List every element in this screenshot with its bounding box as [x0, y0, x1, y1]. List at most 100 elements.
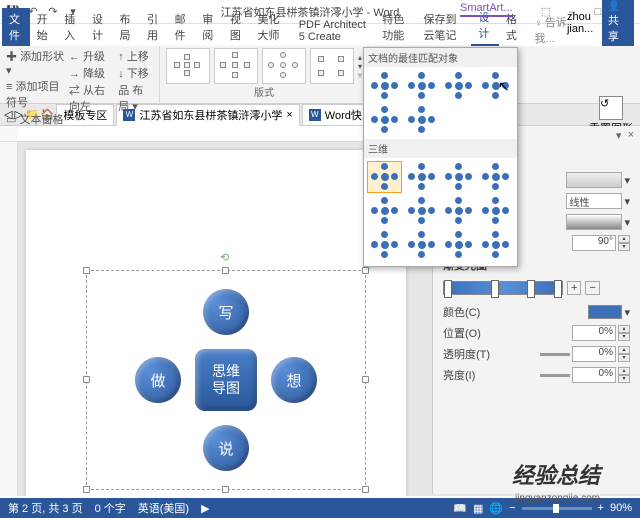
resize-handle[interactable]	[362, 376, 369, 383]
preset-gradient-select[interactable]	[566, 172, 622, 188]
tab-close-icon[interactable]: ×	[286, 109, 292, 121]
tab-review[interactable]: 审阅	[195, 8, 223, 46]
style-item[interactable]	[479, 195, 514, 227]
layout-thumb-1[interactable]	[166, 48, 210, 84]
tab-references[interactable]: 引用	[140, 8, 168, 46]
layout-thumb-3[interactable]	[262, 48, 306, 84]
demote-button[interactable]: → 降级	[69, 65, 114, 81]
spin-down-icon[interactable]: ▾	[618, 354, 630, 362]
zoom-slider[interactable]	[522, 507, 592, 510]
style-item[interactable]	[404, 161, 439, 193]
view-read-icon[interactable]: 📖	[453, 502, 467, 515]
add-stop-icon[interactable]: +	[567, 281, 581, 295]
tab-pdf[interactable]: PDF Architect 5 Create	[292, 16, 376, 46]
style-item-selected[interactable]	[367, 161, 402, 193]
resize-handle[interactable]	[222, 486, 229, 493]
move-up-button[interactable]: ↑ 上移	[118, 48, 153, 64]
transparency-input[interactable]: 0%	[572, 346, 616, 362]
spin-up-icon[interactable]: ▴	[618, 235, 630, 243]
tab-home[interactable]: 开始	[30, 8, 58, 46]
zoom-thumb[interactable]	[553, 504, 559, 513]
style-item[interactable]	[479, 161, 514, 193]
node-bottom[interactable]: 说	[203, 425, 249, 471]
style-item[interactable]	[404, 70, 439, 102]
transparency-slider[interactable]	[540, 353, 570, 356]
move-down-button[interactable]: ↓ 下移	[118, 65, 153, 81]
promote-button[interactable]: ← 升级	[69, 48, 114, 64]
smartart-selection[interactable]: ⟲ 思维 导图 写 想 说 做	[86, 270, 366, 490]
style-item[interactable]	[479, 229, 514, 261]
add-shape-button[interactable]: ✚ 添加形状 ▾	[6, 48, 65, 77]
word-count[interactable]: 0 个字	[95, 500, 126, 516]
style-item[interactable]	[442, 229, 477, 261]
spin-down-icon[interactable]: ▾	[618, 375, 630, 383]
spin-up-icon[interactable]: ▴	[618, 346, 630, 354]
dropdown-icon[interactable]: ▾	[624, 216, 630, 229]
remove-stop-icon[interactable]: −	[585, 281, 599, 295]
zoom-value[interactable]: 90%	[610, 502, 632, 514]
layouts-expand-icon[interactable]: ▿	[358, 71, 362, 80]
direction-select[interactable]	[566, 214, 622, 230]
style-item[interactable]	[442, 195, 477, 227]
node-center[interactable]: 思维 导图	[195, 349, 257, 411]
layouts-more-icon[interactable]: ▴	[358, 53, 362, 62]
gradient-stop[interactable]	[491, 280, 499, 298]
layout-thumb-4[interactable]	[310, 48, 354, 84]
gradient-stop[interactable]	[444, 280, 452, 298]
spin-down-icon[interactable]: ▾	[618, 333, 630, 341]
zoom-out-icon[interactable]: −	[509, 502, 515, 514]
pane-close-icon[interactable]: ×	[628, 129, 634, 141]
resize-handle[interactable]	[83, 267, 90, 274]
spin-down-icon[interactable]: ▾	[618, 243, 630, 251]
tab-layout[interactable]: 布局	[112, 8, 140, 46]
gradient-stop[interactable]	[554, 280, 562, 298]
resize-handle[interactable]	[83, 376, 90, 383]
style-item[interactable]	[367, 104, 402, 136]
user-name[interactable]: zhou jian...	[567, 11, 596, 35]
tab-insert[interactable]: 插入	[57, 8, 85, 46]
dropdown-icon[interactable]: ▾	[624, 195, 630, 208]
view-print-icon[interactable]: ▦	[473, 502, 483, 515]
color-swatch[interactable]	[588, 305, 622, 319]
add-bullet-button[interactable]: ≡ 添加项目符号	[6, 78, 65, 110]
gradient-stop[interactable]	[527, 280, 535, 298]
style-item[interactable]	[404, 229, 439, 261]
spin-up-icon[interactable]: ▴	[618, 367, 630, 375]
tab-special[interactable]: 特色功能	[375, 8, 416, 46]
tab-design[interactable]: 设计	[85, 8, 113, 46]
style-item[interactable]	[442, 70, 477, 102]
brightness-slider[interactable]	[540, 374, 570, 377]
brightness-input[interactable]: 0%	[572, 367, 616, 383]
resize-handle[interactable]	[83, 486, 90, 493]
tell-me-search[interactable]: ♀ 告诉我...	[535, 14, 567, 46]
layout-button[interactable]: 品 布局 ▾	[118, 82, 153, 114]
rotate-handle-icon[interactable]: ⟲	[220, 251, 232, 263]
page-status[interactable]: 第 2 页, 共 3 页	[8, 500, 83, 516]
angle-input[interactable]: 90°	[572, 235, 616, 251]
resize-handle[interactable]	[362, 267, 369, 274]
style-item[interactable]	[442, 161, 477, 193]
tab-view[interactable]: 视图	[223, 8, 251, 46]
gradient-bar[interactable]	[443, 281, 563, 295]
view-web-icon[interactable]: 🌐	[489, 502, 503, 515]
node-right[interactable]: 想	[271, 357, 317, 403]
dropdown-icon[interactable]: ▾	[624, 174, 630, 187]
resize-handle[interactable]	[362, 486, 369, 493]
rtl-button[interactable]: ⇄ 从右向左	[69, 82, 114, 114]
position-input[interactable]: 0%	[572, 325, 616, 341]
style-item[interactable]	[404, 104, 439, 136]
zoom-in-icon[interactable]: +	[598, 502, 604, 514]
tab-file[interactable]: 文件	[2, 8, 30, 46]
type-select[interactable]: 线性	[566, 193, 622, 209]
node-top[interactable]: 写	[203, 289, 249, 335]
text-pane-button[interactable]: ▭ 文本窗格	[6, 111, 65, 127]
tab-beautify[interactable]: 美化大师	[250, 8, 291, 46]
pane-dropdown-icon[interactable]: ▾	[616, 129, 622, 142]
resize-handle[interactable]	[222, 267, 229, 274]
style-item[interactable]	[367, 70, 402, 102]
spin-up-icon[interactable]: ▴	[618, 325, 630, 333]
tab-mailings[interactable]: 邮件	[168, 8, 196, 46]
layouts-scroll-icon[interactable]: ▾	[358, 62, 362, 71]
dropdown-icon[interactable]: ▾	[624, 306, 630, 319]
layout-thumb-2[interactable]	[214, 48, 258, 84]
